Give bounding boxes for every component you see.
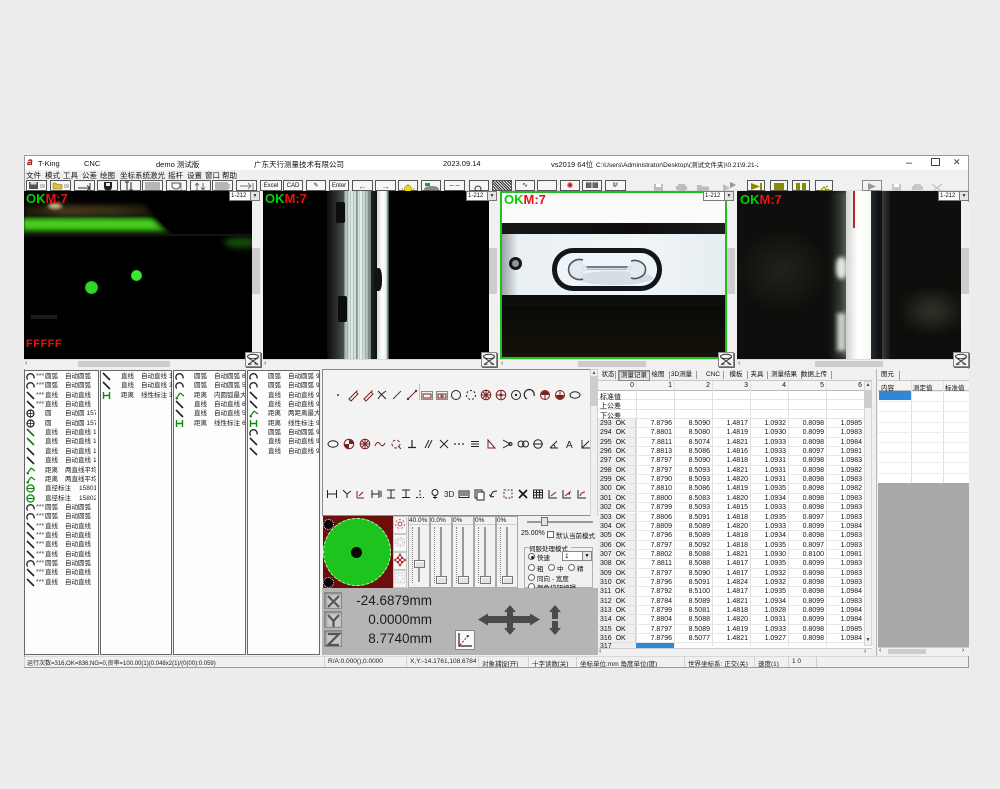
svg-text:3D: 3D [444,490,454,499]
svg-text:A: A [566,440,573,451]
